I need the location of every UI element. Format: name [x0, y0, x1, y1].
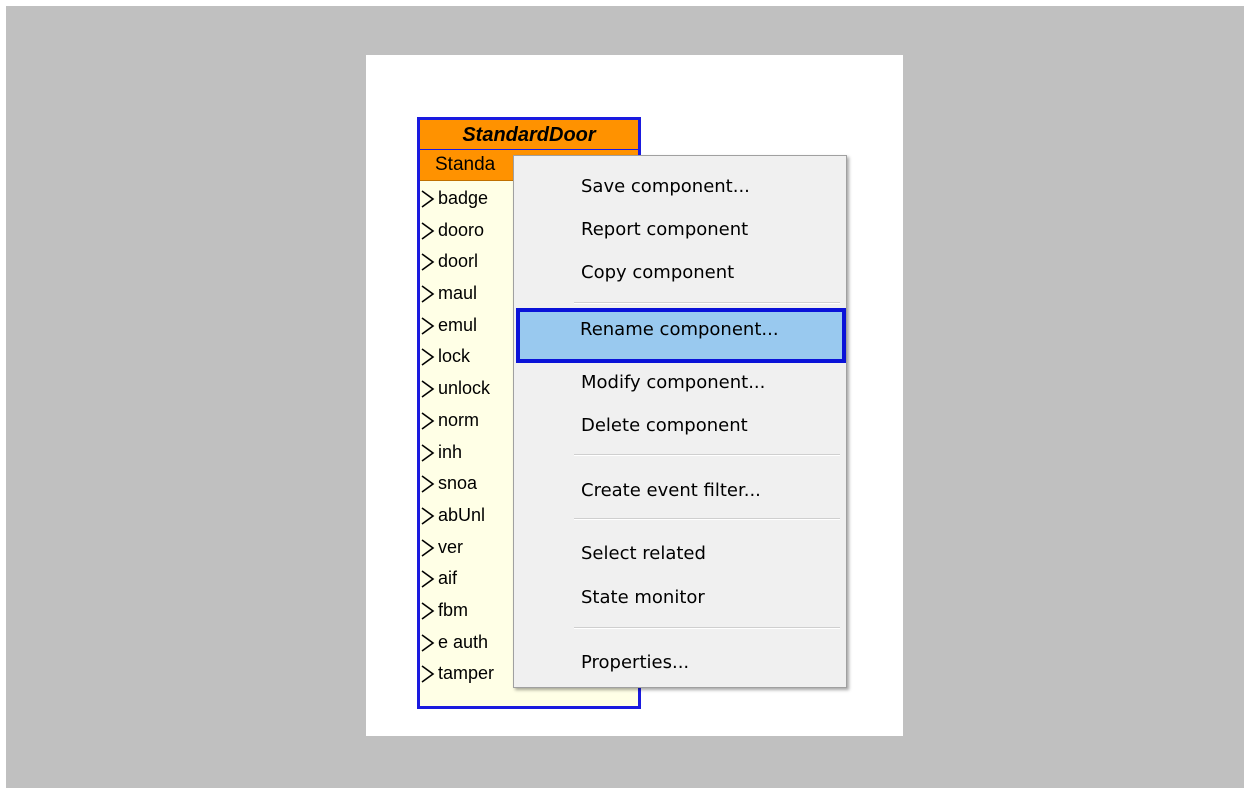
port-label: fbm	[438, 599, 469, 620]
port-label: snoa	[438, 473, 478, 494]
port-arrow-icon	[421, 190, 435, 208]
port-label: tamper	[438, 663, 495, 684]
port-arrow-icon	[421, 475, 435, 493]
port-arrow-icon	[421, 602, 435, 620]
port-arrow-icon	[421, 253, 435, 272]
port-arrow-icon	[421, 222, 435, 240]
menu-separator	[574, 454, 840, 456]
port-label: e auth	[438, 631, 489, 652]
menu-item-properties[interactable]: Properties...	[517, 641, 843, 684]
port-arrow-icon	[421, 633, 435, 652]
port-arrow-icon	[421, 317, 435, 335]
context-menu: Save component... Report component Copy …	[513, 155, 847, 688]
menu-item-select-related[interactable]: Select related	[517, 532, 843, 575]
port-label: abUnl	[438, 504, 486, 525]
menu-separator	[574, 627, 840, 629]
port-arrow-icon	[421, 348, 435, 367]
component-title[interactable]: StandardDoor	[420, 120, 638, 150]
port-arrow-icon	[421, 380, 435, 398]
port-label: lock	[438, 346, 471, 367]
menu-item-create-event-filter[interactable]: Create event filter...	[517, 469, 843, 512]
menu-separator	[574, 302, 840, 304]
menu-item-rename-component[interactable]: Rename component...	[516, 308, 846, 363]
menu-item-copy-component[interactable]: Copy component	[517, 251, 843, 294]
port-label: badge	[438, 188, 489, 208]
port-label: emul	[438, 314, 478, 335]
port-arrow-icon	[421, 285, 435, 303]
menu-separator	[574, 518, 840, 520]
port-arrow-icon	[421, 665, 435, 683]
menu-item-modify-component[interactable]: Modify component...	[517, 361, 843, 404]
menu-item-report-component[interactable]: Report component	[517, 208, 843, 251]
port-arrow-icon	[421, 570, 435, 588]
port-label: norm	[438, 409, 480, 430]
port-arrow-icon	[421, 507, 435, 525]
port-label: dooro	[438, 219, 485, 240]
menu-item-delete-component[interactable]: Delete component	[517, 404, 843, 447]
port-label: ver	[438, 536, 464, 557]
port-label: unlock	[438, 378, 491, 399]
port-label: doorl	[438, 251, 479, 272]
port-arrow-icon	[421, 538, 435, 557]
menu-item-state-monitor[interactable]: State monitor	[517, 576, 843, 619]
port-label: inh	[438, 441, 463, 462]
port-label: maul	[438, 283, 478, 304]
port-arrow-icon	[421, 412, 435, 430]
port-arrow-icon	[421, 443, 435, 462]
port-label: aif	[438, 568, 458, 589]
menu-item-save-component[interactable]: Save component...	[517, 165, 843, 208]
